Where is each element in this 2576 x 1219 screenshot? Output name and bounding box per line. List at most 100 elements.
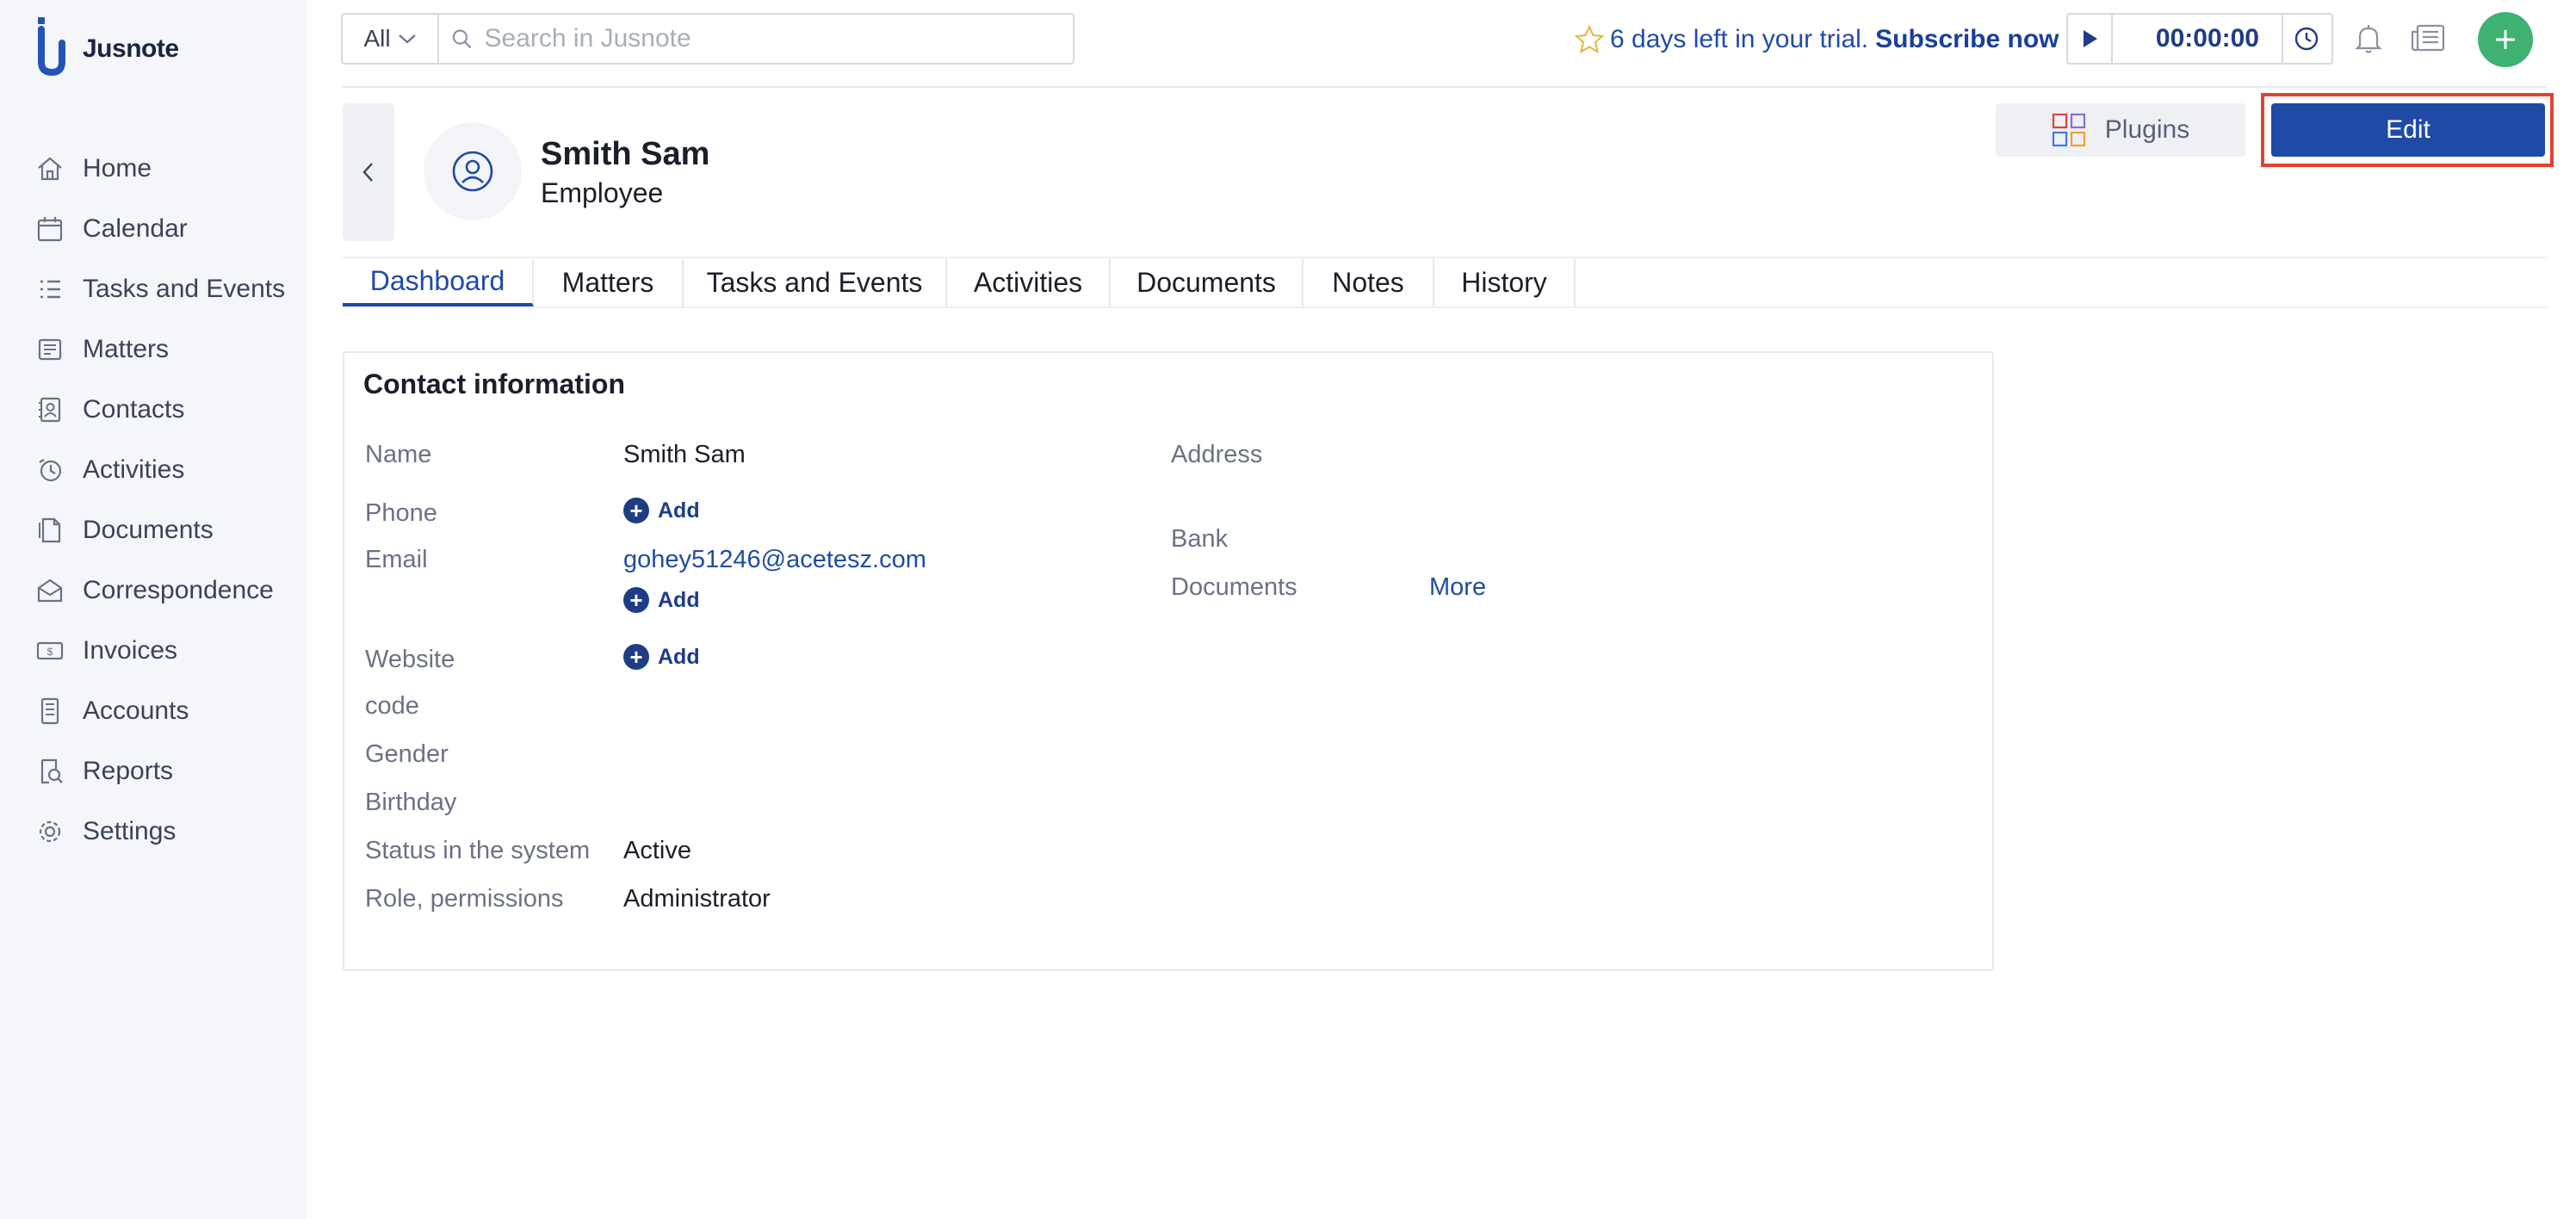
search-field	[439, 15, 1073, 63]
jusnote-logo-icon[interactable]	[33, 17, 67, 77]
tasks-icon	[34, 274, 65, 305]
search-scope-select[interactable]: All	[343, 15, 439, 63]
sidebar-item-calendar[interactable]: Calendar	[34, 205, 293, 253]
sidebar-item-label: Home	[83, 154, 152, 183]
tab-documents[interactable]: Documents	[1111, 258, 1303, 306]
field-label-status: Status in the system	[365, 837, 591, 864]
sidebar-item-label: Correspondence	[83, 576, 274, 604]
notifications-button[interactable]	[2349, 19, 2388, 59]
plugins-grid-icon	[2052, 113, 2085, 147]
sidebar-item-invoices[interactable]: $ Invoices	[34, 627, 293, 675]
sidebar-item-contacts[interactable]: Contacts	[34, 386, 293, 434]
field-value-role: Administrator	[623, 885, 771, 913]
timer-play-button[interactable]	[2068, 15, 2113, 63]
tab-matters[interactable]: Matters	[534, 258, 684, 306]
settings-icon	[34, 816, 65, 847]
app-name: Jusnote	[83, 34, 179, 63]
person-name: Smith Sam	[541, 136, 710, 172]
sidebar-item-label: Matters	[83, 335, 170, 363]
user-icon	[452, 151, 493, 192]
tab-dashboard[interactable]: Dashboard	[343, 258, 534, 306]
sidebar-item-label: Contacts	[83, 395, 185, 424]
search-scope-value: All	[363, 25, 391, 52]
sidebar-item-label: Calendar	[83, 214, 188, 243]
field-label-phone: Phone	[365, 499, 437, 527]
sidebar-item-accounts[interactable]: Accounts	[34, 687, 293, 735]
search-bar: All	[341, 13, 1074, 65]
plus-icon	[2496, 30, 2515, 49]
sidebar-item-settings[interactable]: Settings	[34, 808, 293, 856]
field-label-birthday: Birthday	[365, 789, 457, 816]
sidebar-item-matters[interactable]: Matters	[34, 325, 293, 374]
plugins-label: Plugins	[2104, 115, 2190, 144]
sidebar-item-correspondence[interactable]: Correspondence	[34, 566, 293, 615]
search-input[interactable]	[482, 23, 1073, 54]
sidebar-item-documents[interactable]: Documents	[34, 506, 293, 554]
field-label-documents: Documents	[1171, 573, 1297, 601]
contact-info-card	[343, 351, 1994, 971]
card-title: Contact information	[363, 368, 625, 399]
plus-circle-icon: +	[623, 644, 649, 670]
field-label-bank: Bank	[1171, 525, 1229, 553]
edit-button[interactable]: Edit	[2271, 103, 2545, 157]
more-documents-link[interactable]: More	[1429, 573, 1486, 602]
add-phone-button[interactable]: + Add	[623, 498, 700, 523]
add-website-button[interactable]: + Add	[623, 644, 700, 670]
sidebar-item-label: Activities	[83, 455, 185, 484]
star-icon	[1574, 24, 1605, 54]
subscribe-link[interactable]: Subscribe now	[1875, 25, 2059, 54]
field-label-name: Name	[365, 441, 432, 468]
sidebar-item-label: Invoices	[83, 636, 178, 665]
news-button[interactable]	[2407, 19, 2449, 59]
reports-icon	[34, 756, 65, 787]
plugins-button[interactable]: Plugins	[1996, 103, 2245, 157]
tab-activities[interactable]: Activities	[947, 258, 1111, 306]
activities-icon	[34, 455, 65, 486]
tab-tasks-and-events[interactable]: Tasks and Events	[684, 258, 947, 306]
contacts-icon	[34, 394, 65, 425]
newspaper-icon	[2411, 24, 2445, 52]
add-label: Add	[658, 644, 700, 669]
add-label: Add	[658, 587, 700, 612]
search-icon	[452, 29, 472, 49]
sidebar-item-label: Reports	[83, 757, 174, 785]
field-label-address: Address	[1171, 441, 1263, 468]
trial-text: 6 days left in your trial.	[1610, 25, 1869, 53]
topbar-divider	[343, 86, 2547, 88]
field-value-status: Active	[623, 837, 691, 864]
field-label-website: Website	[365, 646, 455, 673]
field-label-email: Email	[365, 546, 428, 573]
field-label-role: Role, permissions	[365, 885, 564, 913]
sidebar-item-label: Tasks and Events	[83, 275, 286, 303]
documents-icon	[34, 515, 65, 546]
play-icon	[2084, 30, 2097, 47]
chevron-down-icon	[398, 34, 416, 44]
tabs-divider-bottom	[343, 306, 2547, 308]
timer-widget: 00:00:00	[2066, 13, 2283, 65]
sidebar-item-home[interactable]: Home	[34, 145, 293, 193]
field-label-code: code	[365, 692, 419, 720]
timer-history-button[interactable]	[2282, 13, 2333, 65]
back-button[interactable]	[343, 103, 394, 241]
home-icon	[34, 153, 65, 184]
calendar-icon	[34, 213, 65, 244]
email-link[interactable]: gohey51246@acetesz.com	[623, 546, 926, 574]
clock-history-icon	[2294, 27, 2319, 51]
tab-history[interactable]: History	[1434, 258, 1576, 306]
avatar	[424, 122, 522, 220]
tab-notes[interactable]: Notes	[1303, 258, 1434, 306]
accounts-icon	[34, 696, 65, 727]
sidebar-item-activities[interactable]: Activities	[34, 446, 293, 494]
sidebar-item-label: Documents	[83, 516, 214, 544]
add-email-button[interactable]: + Add	[623, 587, 700, 613]
add-new-button[interactable]	[2478, 12, 2533, 67]
sidebar-item-label: Settings	[83, 817, 176, 845]
svg-text:$: $	[47, 646, 53, 658]
timer-value: 00:00:00	[2155, 24, 2259, 53]
sidebar-item-tasks-and-events[interactable]: Tasks and Events	[34, 265, 293, 313]
plus-circle-icon: +	[623, 498, 649, 523]
matters-icon	[34, 334, 65, 365]
sidebar-item-reports[interactable]: Reports	[34, 747, 293, 795]
plus-circle-icon: +	[623, 587, 649, 613]
sidebar-item-label: Accounts	[83, 696, 189, 725]
